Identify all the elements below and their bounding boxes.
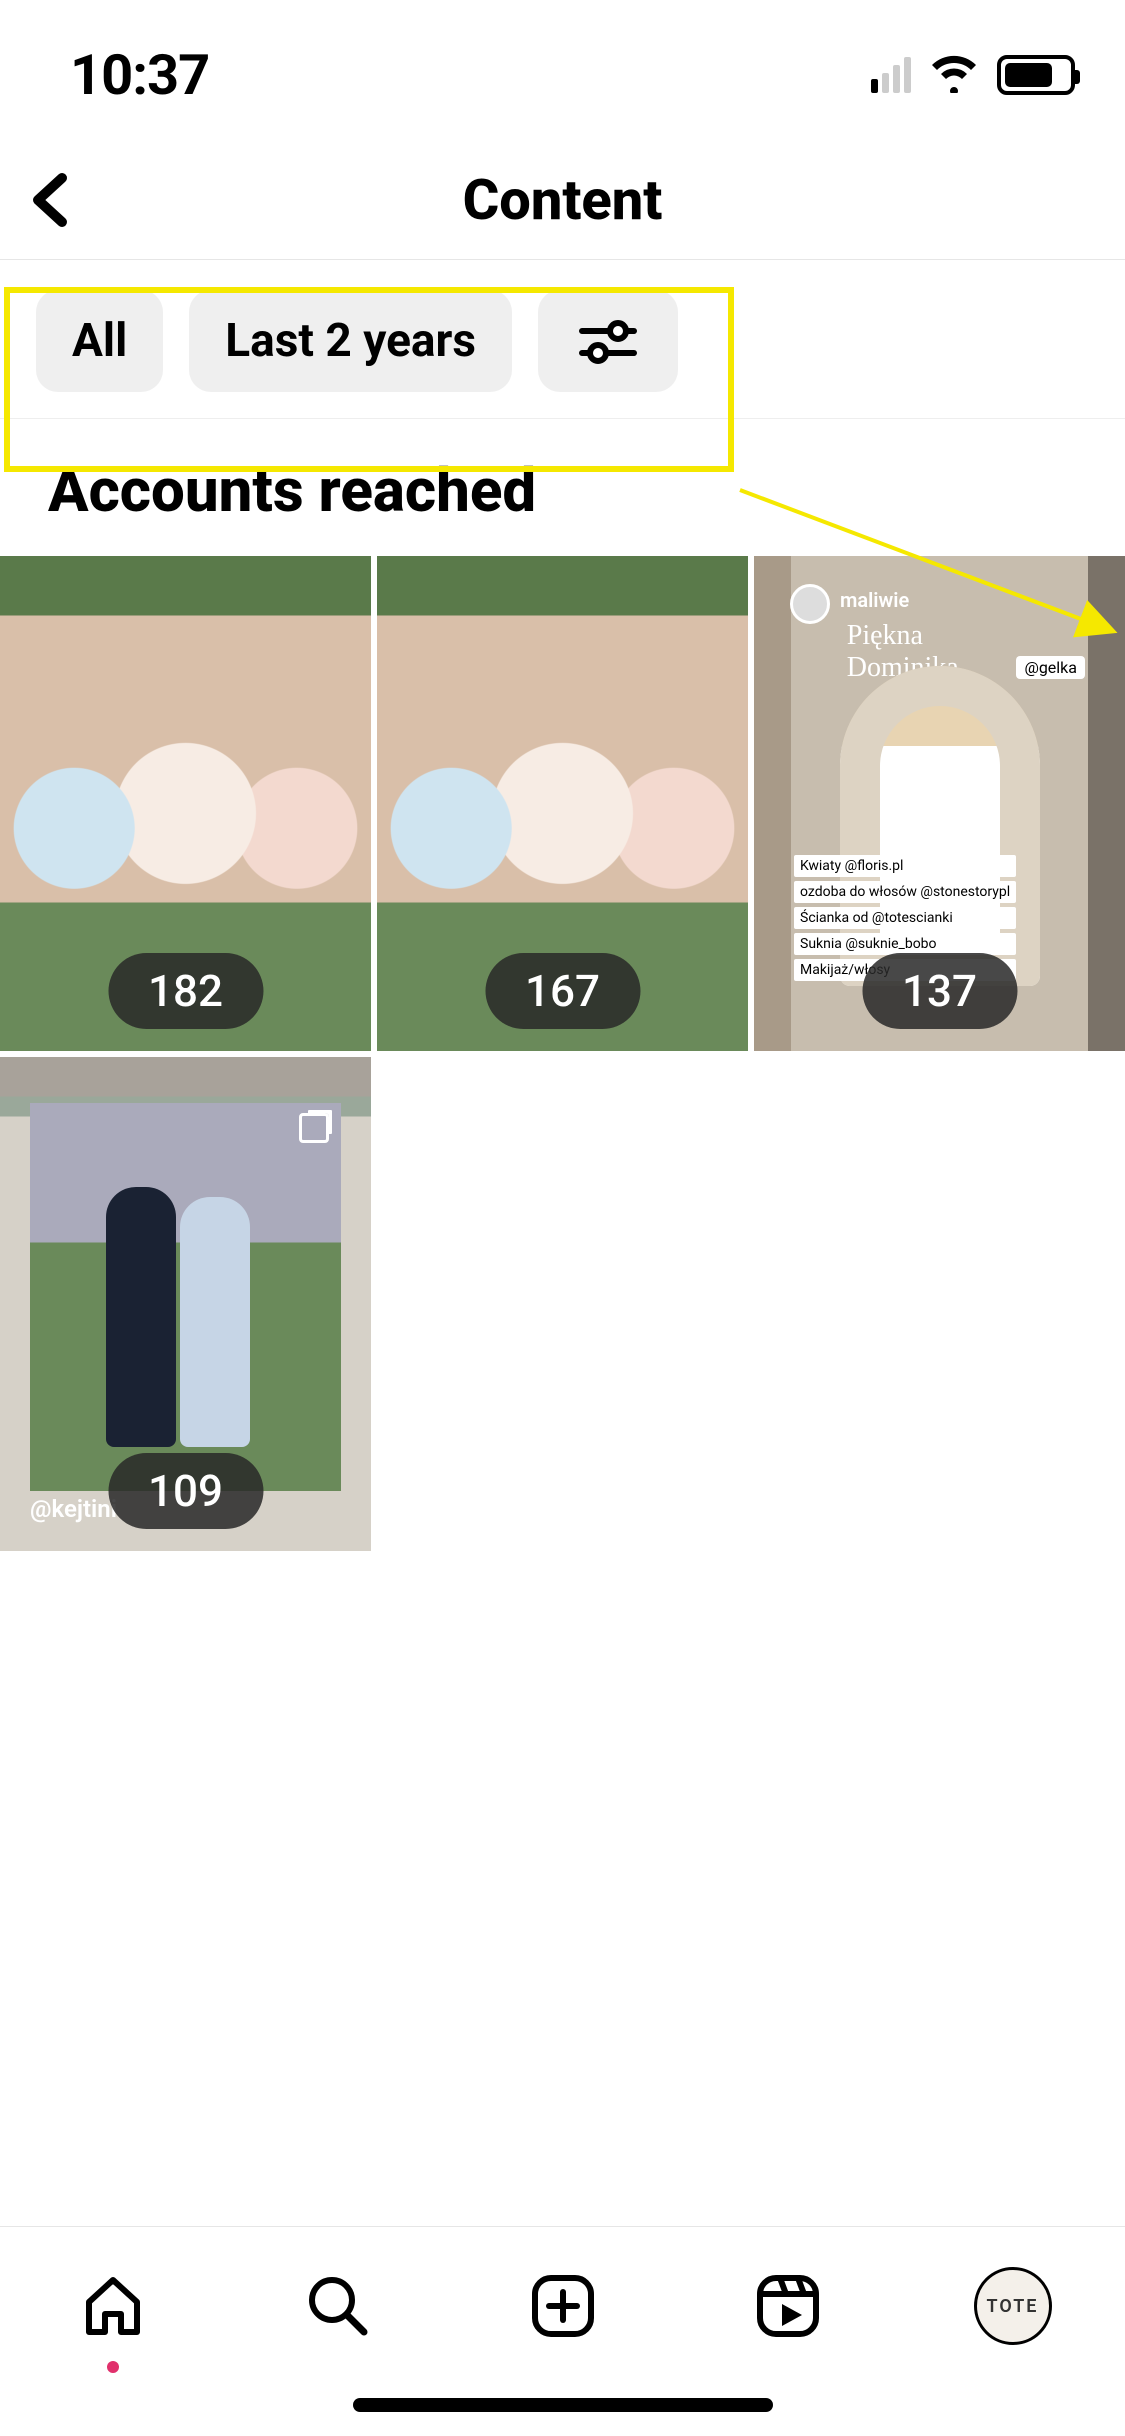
filter-bar: All Last 2 years xyxy=(0,260,1125,419)
home-icon xyxy=(77,2270,149,2342)
story-tag: @gelka xyxy=(1016,656,1085,679)
nav-search[interactable] xyxy=(293,2261,383,2351)
story-username: maliwie xyxy=(840,588,909,612)
content-tile[interactable]: 182 xyxy=(0,556,371,1051)
status-bar: 10:37 xyxy=(0,0,1125,140)
bottom-nav: TOTE xyxy=(0,2226,1125,2436)
tile-reach-count: 137 xyxy=(862,953,1017,1029)
story-mention: @kejtini xyxy=(30,1495,117,1523)
avatar-label: TOTE xyxy=(987,2296,1039,2317)
nav-profile[interactable]: TOTE xyxy=(968,2261,1058,2351)
search-icon xyxy=(302,2270,374,2342)
tile-reach-count: 109 xyxy=(108,1453,263,1529)
status-indicators xyxy=(871,53,1075,97)
content-tile[interactable]: 167 xyxy=(377,556,748,1051)
back-button[interactable] xyxy=(20,170,80,230)
status-time: 10:37 xyxy=(70,42,209,108)
story-caption-line: Suknia @suknie_bobo xyxy=(794,933,1016,955)
nav-home[interactable] xyxy=(68,2261,158,2351)
section-title: Accounts reached xyxy=(0,419,1125,556)
wifi-icon xyxy=(929,53,979,97)
filter-chip-all[interactable]: All xyxy=(36,290,163,392)
header: Content xyxy=(0,140,1125,260)
plus-square-icon xyxy=(527,2270,599,2342)
home-indicator xyxy=(353,2398,773,2412)
cellular-icon xyxy=(871,57,911,93)
content-grid: 182 167 maliwie Piękna Dominika @gelka K… xyxy=(0,556,1125,1551)
story-caption-line: Ścianka od @totescianki xyxy=(794,907,1016,929)
content-tile[interactable]: @kejtini 109 xyxy=(0,1057,371,1552)
nav-create[interactable] xyxy=(518,2261,608,2351)
story-avatar xyxy=(790,584,830,624)
story-caption-line: ozdoba do włosów @stonestorypl xyxy=(794,881,1016,903)
tile-reach-count: 182 xyxy=(108,953,263,1029)
notification-dot xyxy=(107,2361,119,2373)
profile-avatar: TOTE xyxy=(974,2267,1052,2345)
content-tile[interactable]: maliwie Piękna Dominika @gelka Kwiaty @f… xyxy=(754,556,1125,1051)
tile-reach-count: 167 xyxy=(485,953,640,1029)
carousel-icon xyxy=(299,1113,329,1143)
reels-icon xyxy=(752,2270,824,2342)
filter-settings-button[interactable] xyxy=(538,290,678,392)
story-caption-line: Kwiaty @floris.pl xyxy=(794,855,1016,877)
sliders-icon xyxy=(578,317,638,365)
battery-icon xyxy=(997,55,1075,95)
page-title: Content xyxy=(463,167,663,233)
filter-chip-daterange[interactable]: Last 2 years xyxy=(189,290,512,392)
chevron-left-icon xyxy=(28,170,72,230)
nav-reels[interactable] xyxy=(743,2261,833,2351)
